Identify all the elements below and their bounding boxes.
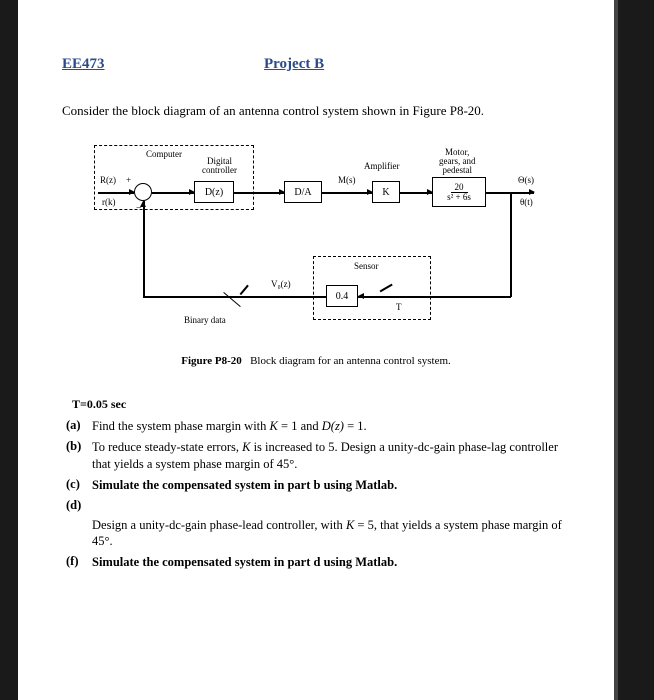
pdf-page: EE473 Project B Consider the block diagr… (18, 0, 618, 700)
a-fb-up (140, 201, 146, 207)
dz-block: D(z) (194, 181, 234, 203)
text-f: Simulate the compensated system in part … (92, 554, 570, 571)
question-f: (f) Simulate the compensated system in p… (66, 554, 570, 571)
question-a: (a) Find the system phase margin with K … (66, 418, 570, 435)
l2 (234, 192, 284, 194)
bullet-b: (b) (66, 439, 92, 473)
text-a: Find the system phase margin with K = 1 … (92, 418, 570, 435)
digital-controller-label: Digitalcontroller (202, 157, 237, 175)
da-block: D/A (284, 181, 322, 203)
qa-pre: Find the system phase margin with (92, 419, 270, 433)
question-b: (b) To reduce steady-state errors, K is … (66, 439, 570, 473)
tf-block: 20 s² + 6s (432, 177, 486, 207)
tf-num: 20 (451, 183, 468, 193)
r-k-label: r(k) (102, 197, 116, 207)
bullet-f: (f) (66, 554, 92, 571)
fb-v1 (510, 192, 512, 297)
arrow-in (129, 189, 135, 195)
question-c: (c) Simulate the compensated system in p… (66, 477, 570, 494)
project-link[interactable]: Project B (264, 56, 324, 72)
qa-eq2: = 1. (344, 419, 367, 433)
voz-label: V₀(z) (271, 279, 291, 289)
a2 (279, 189, 285, 195)
summing-junction (134, 183, 152, 201)
transfer-function: 20 s² + 6s (445, 183, 473, 202)
figure-caption-text: Block diagram for an antenna control sys… (250, 355, 451, 367)
ms-label: M(s) (338, 175, 356, 185)
figure-caption-bold: Figure P8-20 (181, 355, 242, 367)
plus-sign: + (126, 175, 131, 185)
sensor-gain-block: 0.4 (326, 285, 358, 307)
tf-den: s² + 6s (445, 193, 473, 202)
text-d-empty (92, 498, 570, 513)
a5 (529, 189, 535, 195)
a-sens-in (358, 293, 364, 299)
figure-caption: Figure P8-20 Block diagram for an antenn… (62, 355, 570, 367)
header-row: EE473 Project B (62, 55, 570, 73)
l1 (152, 192, 194, 194)
k-block: K (372, 181, 400, 203)
course-link[interactable]: EE473 (62, 56, 105, 72)
text-c: Simulate the compensated system in part … (92, 477, 570, 494)
a1 (189, 189, 195, 195)
fb-v2 (143, 201, 145, 297)
amplifier-label: Amplifier (364, 161, 400, 171)
document-content: EE473 Project B Consider the block diagr… (18, 0, 614, 585)
timing-text: T=0.05 sec (72, 397, 570, 412)
t-label: T (396, 302, 402, 312)
computer-label: Computer (146, 149, 182, 159)
binary-pointer (223, 292, 240, 307)
motor-label: Motor,gears, andpedestal (439, 148, 475, 175)
r-z-label: R(z) (100, 175, 116, 185)
binary-data-label: Binary data (184, 315, 226, 325)
qb-pre: To reduce steady-state errors, (92, 440, 242, 454)
qa-k: K (270, 419, 278, 433)
text-b: To reduce steady-state errors, K is incr… (92, 439, 570, 473)
bullet-c: (c) (66, 477, 92, 494)
bullet-d: (d) (66, 498, 92, 513)
fb-h2 (143, 296, 326, 298)
bullet-a: (a) (66, 418, 92, 435)
question-d: (d) (66, 498, 570, 513)
a3 (367, 189, 373, 195)
sensor-label: Sensor (354, 261, 379, 271)
qa-eq1: = 1 and (278, 419, 322, 433)
block-diagram: Computer Digitalcontroller R(z) + r(k) −… (76, 139, 556, 349)
theta-s: Θ(s) (518, 175, 534, 185)
binary-tick (240, 285, 249, 295)
qd-pre: Design a unity-dc-gain phase-lead contro… (92, 518, 346, 532)
a4 (427, 189, 433, 195)
intro-text: Consider the block diagram of an antenna… (62, 103, 570, 119)
l3 (322, 192, 372, 194)
question-list: (a) Find the system phase margin with K … (66, 418, 570, 571)
theta-t: θ(t) (520, 197, 533, 207)
qa-d: D(z) (322, 419, 344, 433)
text-d: Design a unity-dc-gain phase-lead contro… (92, 517, 570, 551)
